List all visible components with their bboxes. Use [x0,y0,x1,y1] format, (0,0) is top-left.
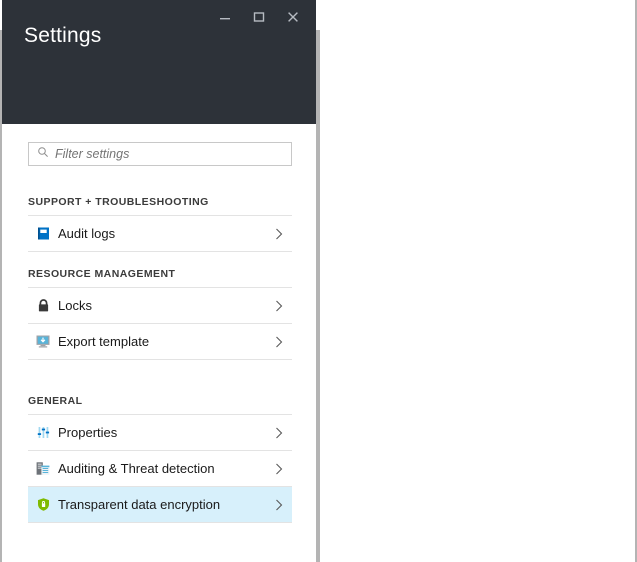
sidebar-item-audit-logs[interactable]: Audit logs [28,216,292,252]
settings-window-buttons [210,6,308,28]
search-icon [37,145,49,163]
sidebar-item-transparent-data-encryption[interactable]: Transparent data encryption [28,487,292,523]
minimize-button[interactable] [210,6,240,28]
filter-settings-field[interactable] [28,142,292,166]
sidebar-item-label: Audit logs [58,226,116,241]
shield-lock-icon [28,497,58,512]
chevron-right-icon [266,498,292,512]
group-resource-management: RESOURCE MANAGEMENT Locks Export templat… [28,268,292,360]
blade-divider [316,30,320,562]
close-button[interactable] [278,6,308,28]
sidebar-item-label: Locks [58,298,92,313]
group-support-troubleshooting: SUPPORT + TROUBLESHOOTING Audit logs [28,196,292,252]
azure-portal-screenshot: Settings Filter settings SUPPORT + TROUB… [0,0,637,562]
transparent-data-encryption-blade: Transparent data encryption [320,0,637,562]
sidebar-item-label: Properties [58,425,118,440]
sidebar-item-label: Auditing & Threat detection [58,461,215,476]
settings-blade: Settings Filter settings SUPPORT + TROUB… [0,0,317,562]
left-edge-border [0,30,2,562]
sidebar-item-label: Export template [58,334,150,349]
group-title: RESOURCE MANAGEMENT [28,268,176,280]
chevron-right-icon [266,462,292,476]
settings-blade-header: Settings [2,0,316,124]
search-input[interactable] [55,147,291,161]
sidebar-item-auditing-threat-detection[interactable]: Auditing & Threat detection [28,451,292,487]
group-title: SUPPORT + TROUBLESHOOTING [28,196,209,208]
sidebar-item-properties[interactable]: Properties [28,415,292,451]
audit-logs-icon [28,226,58,241]
properties-sliders-icon [28,425,58,440]
export-template-icon [28,334,58,349]
chevron-right-icon [266,227,292,241]
chevron-right-icon [266,299,292,313]
maximize-button[interactable] [244,6,274,28]
lock-icon [28,298,58,313]
sidebar-item-locks[interactable]: Locks [28,288,292,324]
chevron-right-icon [266,426,292,440]
sidebar-item-label: Transparent data encryption [58,497,221,512]
auditing-threat-icon [28,461,58,476]
chevron-right-icon [266,335,292,349]
settings-title: Settings [24,24,102,47]
sidebar-item-export-template[interactable]: Export template [28,324,292,360]
group-general: GENERAL Properties Auditing & Threat det… [28,395,292,523]
group-title: GENERAL [28,395,83,407]
